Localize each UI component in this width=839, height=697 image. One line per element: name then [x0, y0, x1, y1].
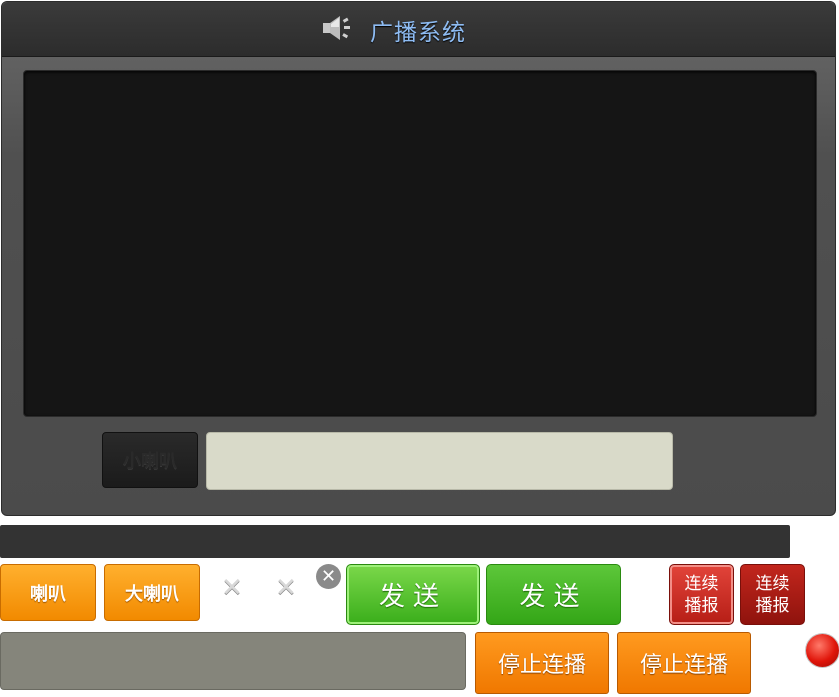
mode-indicator[interactable]: 小喇叭 [102, 432, 198, 488]
send-button-hover[interactable]: 发送 [486, 564, 621, 625]
send-button[interactable]: 发送 [346, 564, 480, 625]
stop-loop-button[interactable]: 停止连播 [475, 632, 609, 694]
title-bar: 广播系统 [2, 2, 835, 57]
cross-icon[interactable]: ✕ [218, 574, 246, 602]
close-icon[interactable]: ✕ [316, 564, 341, 589]
window-title: 广播系统 [370, 20, 466, 46]
message-input[interactable] [206, 432, 673, 490]
disabled-message-input[interactable] [0, 632, 466, 690]
record-dot-icon[interactable] [806, 634, 839, 667]
loop-broadcast-button-hover[interactable]: 连续 播报 [740, 564, 805, 625]
horn-button[interactable]: 喇叭 [0, 564, 96, 621]
status-bar [0, 525, 790, 558]
stop-loop-button-hover[interactable]: 停止连播 [617, 632, 751, 694]
loop-broadcast-button[interactable]: 连续 播报 [669, 564, 734, 625]
speaker-icon [322, 13, 362, 47]
title-group: 广播系统 [322, 14, 466, 46]
cross-hover-icon[interactable]: ✕ [272, 574, 300, 602]
big-horn-button[interactable]: 大喇叭 [104, 564, 200, 621]
broadcast-display [23, 70, 817, 417]
